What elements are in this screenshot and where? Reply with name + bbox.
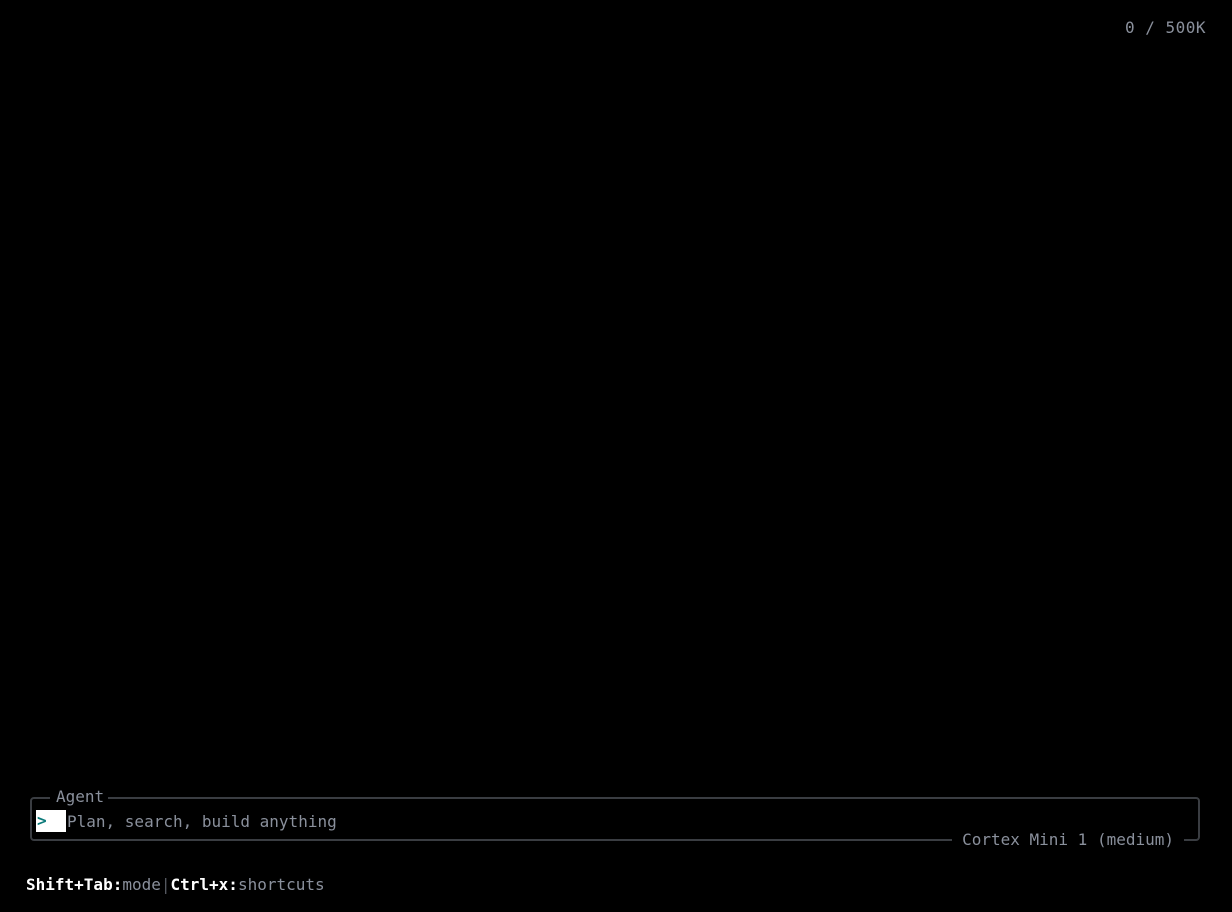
hint-separator: | [160,875,171,894]
model-selector[interactable]: Cortex Mini 1 (medium) [952,831,1184,849]
shortcut-hints-bar: Shift+Tab:mode|Ctrl+x:shortcuts [26,876,325,894]
mode-shortcut-key: Shift+Tab: [26,875,123,894]
prompt-input-panel[interactable]: Agent > Plan, search, build anything Cor… [30,788,1200,849]
prompt-cursor: > [36,810,66,832]
shortcuts-shortcut-action: shortcuts [237,875,325,894]
mode-shortcut-action: mode [122,875,161,894]
token-counter: 0 / 500K [1124,18,1206,37]
prompt-placeholder: Plan, search, build anything [67,811,337,831]
shortcuts-shortcut-key: Ctrl+x: [170,875,238,894]
mode-label: Agent [50,788,109,806]
prompt-input[interactable]: > Plan, search, build anything [36,810,337,832]
